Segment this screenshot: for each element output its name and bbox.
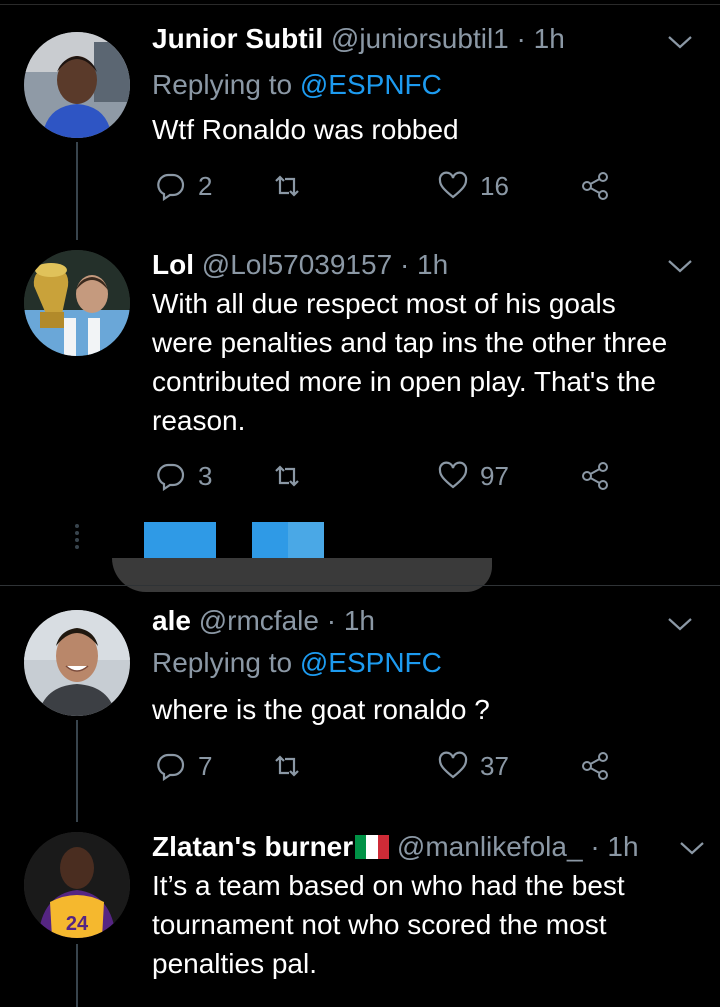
- action-bar: 3 97: [152, 456, 622, 496]
- timestamp[interactable]: · 1h: [517, 23, 565, 54]
- display-name[interactable]: Junior Subtil: [152, 23, 323, 54]
- reply-icon: [157, 753, 185, 781]
- tweet-header: Junior Subtil @juniorsubtil1 · 1h: [152, 22, 565, 56]
- tweet-text: where is the goat ronaldo ?: [152, 694, 490, 725]
- reply-count: 2: [198, 170, 213, 201]
- italy-flag-icon: [355, 833, 390, 859]
- redaction-block-right: [252, 522, 324, 558]
- like-icon: [438, 171, 468, 199]
- redaction-block-left: [144, 522, 216, 558]
- tweet-3[interactable]: ale @rmcfale · 1h Replying to @ESPNFC wh…: [0, 600, 720, 822]
- like-count: 97: [480, 460, 509, 491]
- reply-button[interactable]: 7: [156, 746, 212, 786]
- thread-line: [76, 720, 78, 822]
- action-bar: 2 16: [152, 166, 622, 206]
- mention-link[interactable]: @ESPNFC: [300, 69, 442, 100]
- display-name[interactable]: Lol: [152, 249, 194, 280]
- tweet-header: ale @rmcfale · 1h: [152, 604, 375, 638]
- retweet-icon: [275, 175, 299, 197]
- reply-count: 7: [198, 750, 213, 781]
- reply-button[interactable]: 3: [156, 456, 212, 496]
- like-button[interactable]: 16: [438, 166, 509, 206]
- replying-to: Replying to @ESPNFC: [152, 646, 442, 680]
- display-name[interactable]: ale: [152, 605, 191, 636]
- tweet-text: It’s a team based on who had the best to…: [152, 870, 625, 979]
- display-name[interactable]: Zlatan's burner: [152, 831, 353, 862]
- thread-line: [76, 944, 78, 1007]
- timestamp[interactable]: · 1h: [327, 605, 375, 636]
- thread-line: [76, 220, 78, 230]
- mention-link[interactable]: @ESPNFC: [300, 647, 442, 678]
- retweet-icon: [275, 465, 299, 487]
- handle[interactable]: @rmcfale: [199, 605, 319, 636]
- retweet-button[interactable]: [272, 456, 302, 496]
- more-replies-dots[interactable]: [72, 522, 82, 552]
- like-count: 16: [480, 170, 509, 201]
- avatar[interactable]: [24, 610, 130, 716]
- like-count: 37: [480, 750, 509, 781]
- chevron-down-icon[interactable]: [678, 838, 706, 858]
- share-icon: [582, 462, 608, 490]
- avatar[interactable]: 24: [24, 832, 130, 938]
- handle[interactable]: @Lol57039157: [202, 249, 392, 280]
- tweet-header: Lol @Lol57039157 · 1h: [152, 248, 448, 282]
- chevron-down-icon[interactable]: [666, 614, 694, 634]
- reply-count: 3: [198, 460, 213, 491]
- share-icon: [582, 752, 608, 780]
- timestamp[interactable]: · 1h: [400, 249, 448, 280]
- replying-prefix: Replying to: [152, 69, 293, 100]
- timestamp[interactable]: · 1h: [590, 831, 638, 862]
- reply-button[interactable]: 2: [156, 166, 212, 206]
- top-divider: [0, 4, 720, 5]
- replying-to: Replying to @ESPNFC: [152, 68, 442, 102]
- handle[interactable]: @manlikefola_: [397, 831, 583, 862]
- tweet-4[interactable]: 24 Zlatan's burner @manlikefola_ · 1h It…: [0, 822, 720, 1007]
- reply-icon: [157, 173, 185, 201]
- like-icon: [438, 751, 468, 779]
- handle[interactable]: @juniorsubtil1: [331, 23, 509, 54]
- like-button[interactable]: 97: [438, 456, 509, 496]
- replying-prefix: Replying to: [152, 647, 293, 678]
- retweet-button[interactable]: [272, 166, 302, 206]
- action-bar: 7 37: [152, 746, 622, 786]
- tweet-text: Wtf Ronaldo was robbed: [152, 114, 459, 145]
- redaction-band: [112, 558, 492, 592]
- avatar[interactable]: [24, 250, 130, 356]
- share-button[interactable]: [580, 746, 610, 786]
- tweet-2[interactable]: Lol @Lol57039157 · 1h With all due respe…: [0, 220, 720, 592]
- svg-text:24: 24: [66, 913, 89, 935]
- tweet-text: With all due respect most of his goals w…: [152, 288, 668, 436]
- chevron-down-icon[interactable]: [666, 32, 694, 52]
- retweet-icon: [275, 755, 299, 777]
- like-icon: [438, 461, 468, 489]
- chevron-down-icon[interactable]: [666, 256, 694, 276]
- tweet-header: Zlatan's burner @manlikefola_ · 1h: [152, 830, 639, 864]
- retweet-button[interactable]: [272, 746, 302, 786]
- tweet-1[interactable]: Junior Subtil @juniorsubtil1 · 1h Replyi…: [0, 22, 720, 240]
- share-button[interactable]: [580, 166, 610, 206]
- like-button[interactable]: 37: [438, 746, 509, 786]
- reply-icon: [157, 463, 185, 491]
- avatar[interactable]: [24, 32, 130, 138]
- divider: [0, 585, 720, 586]
- share-button[interactable]: [580, 456, 610, 496]
- share-icon: [582, 172, 608, 200]
